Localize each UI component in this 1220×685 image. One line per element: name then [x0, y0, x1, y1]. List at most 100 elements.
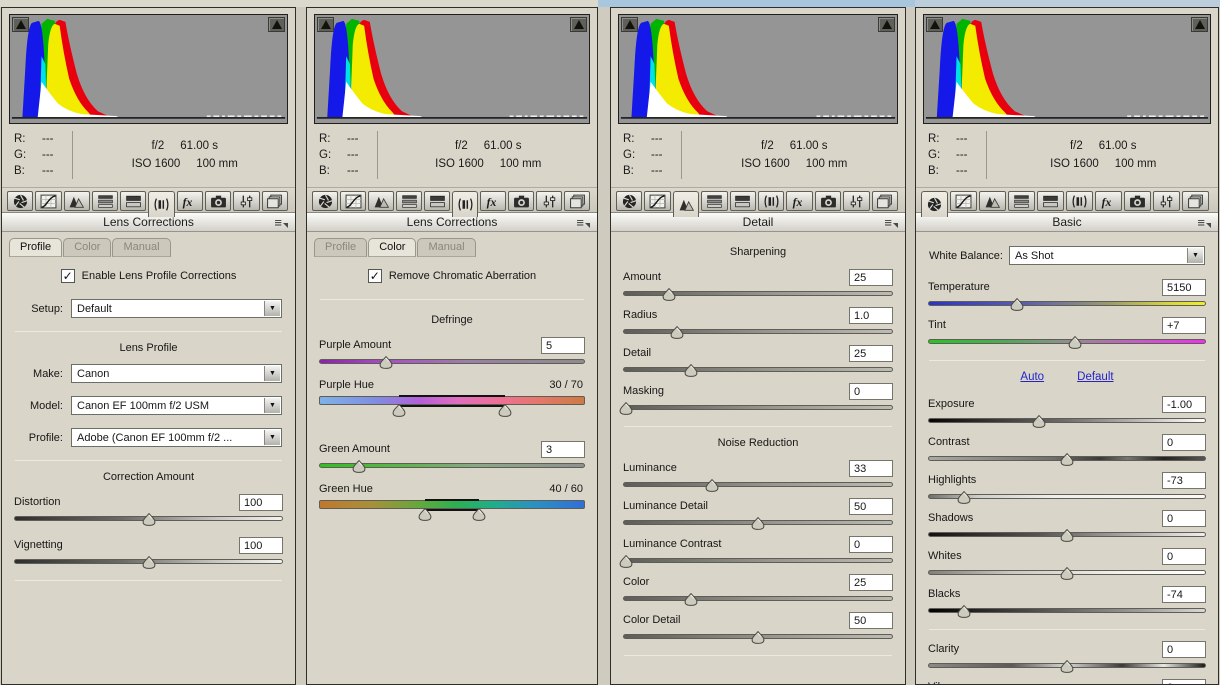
detail-tool-button[interactable]	[673, 191, 699, 217]
snapshots-tool-button[interactable]	[872, 191, 898, 211]
hue-high-thumb[interactable]	[499, 404, 512, 417]
shadow-clipping-indicator[interactable]	[621, 17, 638, 32]
slider-thumb[interactable]	[1033, 415, 1046, 428]
vignetting-value-field[interactable]: 100	[239, 537, 283, 554]
basic-adjustments-tool-button[interactable]	[616, 191, 642, 211]
whites-slider[interactable]	[928, 566, 1206, 581]
radius-slider[interactable]	[623, 325, 893, 340]
tint-slider[interactable]	[928, 335, 1206, 350]
presets-tool-button[interactable]	[233, 191, 259, 211]
tab-color[interactable]: Color	[63, 238, 111, 257]
shadow-clipping-indicator[interactable]	[317, 17, 334, 32]
white-balance-dropdown[interactable]: As Shot ▼	[1009, 246, 1205, 265]
tone-curve-tool-button[interactable]	[644, 191, 670, 211]
exposure-slider[interactable]	[928, 414, 1206, 429]
slider-thumb[interactable]	[1061, 567, 1074, 580]
make-dropdown[interactable]: Canon ▼	[71, 364, 282, 383]
hue-low-thumb[interactable]	[419, 508, 432, 521]
slider-thumb[interactable]	[1010, 298, 1023, 311]
tone-curve-tool-button[interactable]	[35, 191, 61, 211]
clarity-value-field[interactable]: 0	[1162, 641, 1206, 658]
slider-thumb[interactable]	[706, 479, 719, 492]
basic-adjustments-tool-button[interactable]	[312, 191, 338, 211]
snapshots-tool-button[interactable]	[1182, 191, 1209, 211]
detail-value-field[interactable]: 25	[849, 345, 893, 362]
snapshots-tool-button[interactable]	[564, 191, 590, 211]
contrast-slider[interactable]	[928, 452, 1206, 467]
default-link[interactable]: Default	[1077, 371, 1113, 383]
highlight-clipping-indicator[interactable]	[570, 17, 587, 32]
hue-low-thumb[interactable]	[392, 404, 405, 417]
slider-thumb[interactable]	[958, 605, 971, 618]
purple-hue-slider[interactable]	[319, 395, 585, 418]
tone-curve-tool-button[interactable]	[340, 191, 366, 211]
color-slider[interactable]	[623, 592, 893, 607]
detail-tool-button[interactable]	[64, 191, 90, 211]
highlight-clipping-indicator[interactable]	[268, 17, 285, 32]
tab-manual[interactable]: Manual	[112, 238, 170, 257]
shadows-slider[interactable]	[928, 528, 1206, 543]
exposure-value-field[interactable]: -1.00	[1162, 396, 1206, 413]
slider-thumb[interactable]	[142, 513, 155, 526]
basic-adjustments-tool-button[interactable]	[921, 191, 948, 217]
purple-amount-slider[interactable]	[319, 355, 585, 370]
detail-slider[interactable]	[623, 363, 893, 378]
luminance-contrast-slider[interactable]	[623, 554, 893, 569]
slider-thumb[interactable]	[684, 364, 697, 377]
distortion-slider[interactable]	[14, 512, 283, 527]
panel-menu-icon[interactable]: ≡	[1197, 213, 1211, 232]
presets-tool-button[interactable]	[1153, 191, 1180, 211]
panel-menu-icon[interactable]: ≡	[274, 213, 288, 232]
slider-thumb[interactable]	[752, 517, 765, 530]
green-amount-value-field[interactable]: 3	[541, 441, 585, 458]
auto-link[interactable]: Auto	[1020, 371, 1044, 383]
slider-thumb[interactable]	[1061, 453, 1074, 466]
slider-thumb[interactable]	[352, 460, 365, 473]
hsl-grayscale-tool-button[interactable]	[396, 191, 422, 211]
temperature-slider[interactable]	[928, 297, 1206, 312]
slider-thumb[interactable]	[662, 288, 675, 301]
luminance-contrast-value-field[interactable]: 0	[849, 536, 893, 553]
split-toning-tool-button[interactable]	[120, 191, 146, 211]
shadow-clipping-indicator[interactable]	[12, 17, 29, 32]
hsl-grayscale-tool-button[interactable]	[1008, 191, 1035, 211]
slider-thumb[interactable]	[1069, 336, 1082, 349]
amount-slider[interactable]	[623, 287, 893, 302]
slider-thumb[interactable]	[379, 356, 392, 369]
luminance-detail-value-field[interactable]: 50	[849, 498, 893, 515]
effects-tool-button[interactable]	[177, 191, 203, 211]
presets-tool-button[interactable]	[536, 191, 562, 211]
amount-value-field[interactable]: 25	[849, 269, 893, 286]
model-dropdown[interactable]: Canon EF 100mm f/2 USM ▼	[71, 396, 282, 415]
camera-calibration-tool-button[interactable]	[1124, 191, 1151, 211]
slider-thumb[interactable]	[1061, 529, 1074, 542]
detail-tool-button[interactable]	[979, 191, 1006, 211]
slider-thumb[interactable]	[142, 556, 155, 569]
slider-thumb[interactable]	[671, 326, 684, 339]
luminance-detail-slider[interactable]	[623, 516, 893, 531]
slider-thumb[interactable]	[752, 631, 765, 644]
masking-value-field[interactable]: 0	[849, 383, 893, 400]
temperature-value-field[interactable]: 5150	[1162, 279, 1206, 296]
basic-adjustments-tool-button[interactable]	[7, 191, 33, 211]
highlight-clipping-indicator[interactable]	[1191, 17, 1208, 32]
color-detail-slider[interactable]	[623, 630, 893, 645]
color-value-field[interactable]: 25	[849, 574, 893, 591]
tab-profile[interactable]: Profile	[314, 238, 367, 257]
luminance-slider[interactable]	[623, 478, 893, 493]
slider-thumb[interactable]	[1061, 660, 1074, 673]
color-detail-value-field[interactable]: 50	[849, 612, 893, 629]
shadow-clipping-indicator[interactable]	[926, 17, 943, 32]
slider-thumb[interactable]	[619, 555, 632, 568]
highlights-value-field[interactable]: -73	[1162, 472, 1206, 489]
lens-corrections-tool-button[interactable]	[1066, 191, 1093, 211]
profile-dropdown[interactable]: Adobe (Canon EF 100mm f/2 ... ▼	[71, 428, 282, 447]
clarity-slider[interactable]	[928, 659, 1206, 674]
presets-tool-button[interactable]	[843, 191, 869, 211]
lens-corrections-tool-button[interactable]	[452, 191, 478, 217]
masking-slider[interactable]	[623, 401, 893, 416]
camera-calibration-tool-button[interactable]	[508, 191, 534, 211]
hue-high-thumb[interactable]	[472, 508, 485, 521]
tab-color[interactable]: Color	[368, 238, 416, 257]
slider-thumb[interactable]	[684, 593, 697, 606]
